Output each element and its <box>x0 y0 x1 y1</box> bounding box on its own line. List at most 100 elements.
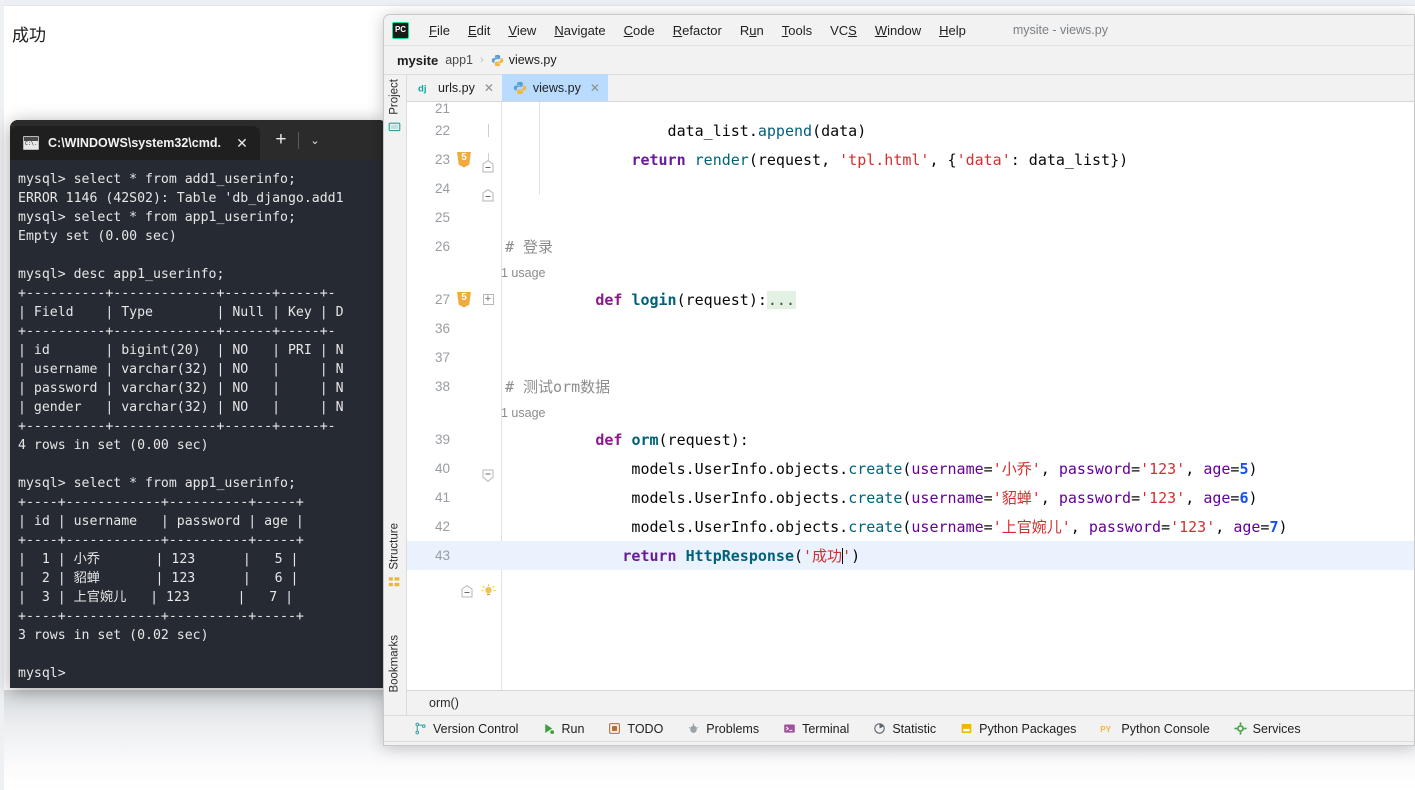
tool-version-control[interactable]: Version Control <box>414 722 518 736</box>
line-number: 24 <box>434 181 450 196</box>
editor-line-43[interactable]: 43 return HttpResponse('成功') <box>407 541 1414 598</box>
structure-icon <box>388 576 401 589</box>
menu-item-run[interactable]: Run <box>731 20 773 41</box>
tool-terminal[interactable]: Terminal <box>783 722 849 736</box>
html5-icon[interactable] <box>457 291 471 308</box>
close-icon[interactable]: ✕ <box>230 131 254 155</box>
menu-item-view[interactable]: View <box>499 20 545 41</box>
cmd-output-line: ERROR 1146 (42S02): Table 'db_django.add… <box>18 191 344 206</box>
fold-collapse-icon[interactable] <box>482 433 494 482</box>
menu-item-tools[interactable]: Tools <box>773 20 821 41</box>
editor-line-36[interactable]: 36 <box>407 314 1414 343</box>
menu-item-help[interactable]: Help <box>930 20 975 41</box>
line-number: 36 <box>434 321 450 336</box>
terminal-icon <box>783 722 796 735</box>
gutter-marker[interactable] <box>453 151 475 168</box>
line-number: 38 <box>434 379 450 394</box>
sidebar-item-structure[interactable]: Structure <box>384 523 406 589</box>
tool-python-console[interactable]: PY Python Console <box>1100 721 1210 736</box>
line-number: 37 <box>434 350 450 365</box>
project-icon <box>388 121 401 134</box>
lightbulb-icon[interactable] <box>480 548 496 596</box>
fold-collapse-icon[interactable] <box>461 549 473 598</box>
svg-text:dj: dj <box>418 83 427 94</box>
breadcrumb-file[interactable]: views.py <box>491 53 557 67</box>
html5-icon[interactable] <box>457 151 471 168</box>
gutter-marker[interactable] <box>453 291 475 308</box>
breadcrumb-function: orm() <box>429 696 459 710</box>
django-icon: dj <box>418 81 432 95</box>
intention-bulb[interactable] <box>475 548 501 596</box>
menu-item-vcs[interactable]: VCS <box>821 20 866 41</box>
pycharm-window[interactable]: FileEditViewNavigateCodeRefactorRunTools… <box>383 14 1415 746</box>
menu-item-file[interactable]: File <box>420 20 459 41</box>
folded-body-placeholder: ... <box>766 290 796 309</box>
gutter-marker[interactable] <box>453 549 475 598</box>
cmd-output-line: +----+------------+----------+-----+ <box>18 533 304 548</box>
label: Problems <box>706 721 760 736</box>
breadcrumb-app[interactable]: app1 <box>445 53 473 67</box>
breadcrumb-project[interactable]: mysite <box>397 53 438 68</box>
cmd-tab[interactable]: C:\WINDOWS\system32\cmd. ✕ <box>10 126 260 160</box>
python-console-icon: PY <box>1100 722 1115 735</box>
editor-line-38[interactable]: 38 # 测试orm数据 <box>407 372 1414 401</box>
window-title: mysite - views.py <box>1012 23 1108 37</box>
code-comment-orm: # 测试orm数据 <box>505 378 611 396</box>
label: Version Control <box>433 721 519 736</box>
sidebar-item-bookmarks[interactable]: Bookmarks <box>384 635 406 712</box>
fold-marker[interactable] <box>475 124 501 173</box>
breadcrumb-separator: › <box>480 54 484 66</box>
cmd-output-line: | Field | Type | Null | Key | D <box>18 305 344 320</box>
editor-breadcrumb-bar[interactable]: orm() <box>407 690 1414 715</box>
label: Python Console <box>1121 721 1210 736</box>
tool-statistic[interactable]: Statistic <box>873 722 936 736</box>
tab-views-py[interactable]: views.py ✕ <box>501 74 608 101</box>
navigation-bar: mysite app1 › views.py <box>384 46 1414 75</box>
cmd-output[interactable]: mysql> select * from add1_userinfo; ERROR… <box>10 160 387 688</box>
line-number: 43 <box>434 548 450 563</box>
menu-item-navigate[interactable]: Navigate <box>545 20 614 41</box>
cmd-output-line: Empty set (0.00 sec) <box>18 229 177 244</box>
cmd-output-line: | 2 | 貂蝉 | 123 | 6 | <box>18 571 299 586</box>
sidebar-label-project: Project <box>388 79 401 115</box>
editor-line-27[interactable]: 27 + def login(request):... <box>407 285 1414 314</box>
breadcrumb-file-label: views.py <box>508 53 557 67</box>
pycharm-logo-icon <box>392 21 409 39</box>
line-number: 23 <box>434 152 450 167</box>
menu-item-window[interactable]: Window <box>866 20 930 41</box>
line-number: 21 <box>434 102 450 116</box>
chevron-down-icon[interactable]: ⌄ <box>299 120 331 160</box>
cmd-titlebar[interactable]: C:\WINDOWS\system32\cmd. ✕ + ⌄ <box>10 120 387 160</box>
sidebar-item-project[interactable]: Project <box>384 79 406 134</box>
fold-expand-icon[interactable]: + <box>482 294 494 305</box>
editor-line-37[interactable]: 37 <box>407 343 1414 372</box>
cmd-output-line <box>18 455 387 474</box>
cmd-output-line: | gender | varchar(32) | NO | | N <box>18 400 344 415</box>
line-number: 39 <box>434 432 450 447</box>
menu-item-refactor[interactable]: Refactor <box>664 20 731 41</box>
menu-item-code[interactable]: Code <box>615 20 664 41</box>
close-icon[interactable]: ✕ <box>590 81 600 95</box>
tool-python-packages[interactable]: Python Packages <box>960 722 1076 736</box>
cmd-output-line: +----------+-------------+------+-----+- <box>18 286 336 301</box>
fold-collapse-icon[interactable] <box>482 124 494 173</box>
label: Services <box>1252 721 1301 736</box>
code-editor[interactable]: 21 data = requests.get(url, headers={'Us… <box>407 102 1414 690</box>
label: TODO <box>627 721 664 736</box>
fold-collapse-icon[interactable] <box>482 153 494 202</box>
tool-problems[interactable]: Problems <box>687 722 759 736</box>
tool-services[interactable]: Services <box>1234 722 1301 736</box>
tab-label-urls: urls.py <box>438 80 475 95</box>
tool-todo[interactable]: TODO <box>608 722 663 736</box>
fold-marker[interactable] <box>475 433 501 482</box>
new-tab-icon[interactable]: + <box>264 120 298 160</box>
command-prompt-window[interactable]: C:\WINDOWS\system32\cmd. ✕ + ⌄ mysql> se… <box>10 120 387 688</box>
tool-window-bar: Version Control Run TODO Problems Termin… <box>384 715 1414 741</box>
menu-item-edit[interactable]: Edit <box>459 20 499 41</box>
fold-marker[interactable]: + <box>475 294 501 305</box>
close-icon[interactable]: ✕ <box>484 81 494 95</box>
tool-run[interactable]: Run <box>542 722 584 736</box>
tab-urls-py[interactable]: dj urls.py ✕ <box>407 74 502 101</box>
cmd-output-line: | 1 | 小乔 | 123 | 5 | <box>18 552 299 567</box>
python-icon <box>513 81 527 95</box>
